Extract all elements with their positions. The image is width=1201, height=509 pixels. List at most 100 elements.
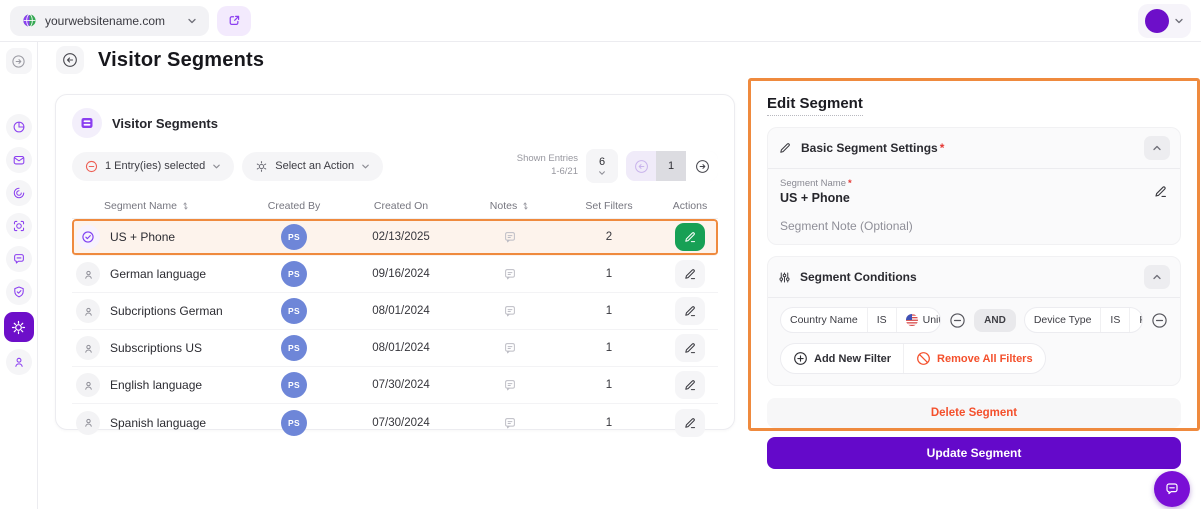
segments-icon <box>72 108 102 138</box>
filter-actions: Add New Filter Remove All Filters <box>780 343 1046 374</box>
spiral-icon <box>12 186 26 200</box>
basic-settings-title: Basic Segment Settings* <box>801 141 944 155</box>
column-set-filters: Set Filters <box>556 200 662 212</box>
arrow-left-circle-icon <box>634 159 649 174</box>
collapse-conditions-button[interactable] <box>1144 265 1170 289</box>
basic-settings-section: Basic Segment Settings* Segment Name* US… <box>767 127 1181 245</box>
next-page-button[interactable] <box>686 151 718 181</box>
pencil-icon <box>683 341 697 355</box>
sidebar-item-privacy[interactable] <box>6 279 32 305</box>
user-menu[interactable] <box>1138 4 1191 38</box>
filter-field[interactable]: Device Type <box>1025 308 1101 332</box>
back-button[interactable] <box>56 46 84 74</box>
sidebar-item-inbox[interactable] <box>6 147 32 173</box>
edit-segment-button[interactable] <box>675 223 705 251</box>
page-title: Visitor Segments <box>98 49 264 72</box>
joiner-chip[interactable]: AND <box>974 309 1016 332</box>
table-row[interactable]: Spanish language PS 07/30/2024 1 <box>72 404 718 441</box>
current-page[interactable]: 1 <box>656 151 686 181</box>
note-icon[interactable] <box>503 378 517 392</box>
sidebar <box>0 42 38 509</box>
segment-name-label: Segment Name* <box>780 178 1153 189</box>
filter-value-dropdown[interactable]: United States <box>896 308 942 332</box>
site-selector[interactable]: yourwebsitename.com <box>10 6 209 36</box>
mail-icon <box>12 153 26 167</box>
edit-segment-button[interactable] <box>675 409 705 437</box>
sidebar-item-visitors[interactable] <box>6 349 32 375</box>
note-icon[interactable] <box>503 416 517 430</box>
filter-value-dropdown[interactable]: Phone <box>1129 308 1143 332</box>
table-row[interactable]: US + Phone PS 02/13/2025 2 <box>72 219 718 256</box>
add-new-filter-button[interactable]: Add New Filter <box>781 344 903 373</box>
visitor-segments-card: Visitor Segments 1 Entry(ies) selected S… <box>55 94 735 430</box>
table-row[interactable]: Subcriptions German PS 08/01/2024 1 <box>72 293 718 330</box>
slash-circle-icon <box>916 351 931 366</box>
created-on: 09/16/2024 <box>338 268 464 280</box>
chevron-down-icon <box>1174 16 1184 26</box>
creator-avatar: PS <box>281 224 307 250</box>
open-site-button[interactable] <box>217 6 251 36</box>
set-filters-count: 1 <box>556 268 662 280</box>
table-row[interactable]: English language PS 07/30/2024 1 <box>72 367 718 404</box>
visitor-icon <box>76 411 100 435</box>
chat-widget-button[interactable] <box>1154 471 1190 507</box>
sidebar-item-feedback[interactable] <box>6 246 32 272</box>
page-size-value: 6 <box>599 156 605 168</box>
chevron-up-icon <box>1152 272 1162 282</box>
note-icon[interactable] <box>503 230 517 244</box>
sidebar-toggle-button[interactable] <box>6 48 32 74</box>
minus-circle-icon <box>1151 312 1168 329</box>
edit-segment-button[interactable] <box>675 260 705 288</box>
condition-chips: Country Name IS United States AND Device… <box>780 307 1168 333</box>
note-icon[interactable] <box>503 304 517 318</box>
panel-collapse-icon <box>11 54 26 69</box>
chat-bubble-icon <box>12 252 26 266</box>
creator-avatar: PS <box>281 372 307 398</box>
select-action-label: Select an Action <box>275 160 354 172</box>
globe-icon <box>22 13 37 28</box>
remove-filter-button[interactable] <box>1151 312 1168 329</box>
table-row[interactable]: Subscriptions US PS 08/01/2024 1 <box>72 330 718 367</box>
note-icon[interactable] <box>503 267 517 281</box>
edit-segment-button[interactable] <box>675 371 705 399</box>
chat-bubble-icon <box>1164 481 1180 497</box>
segment-note-field[interactable]: Segment Note (Optional) <box>780 219 1168 233</box>
selected-entries-dropdown[interactable]: 1 Entry(ies) selected <box>72 152 234 181</box>
segment-name: US + Phone <box>110 230 175 244</box>
filter-operator[interactable]: IS <box>867 308 896 332</box>
visitor-icon <box>76 373 100 397</box>
prev-page-button[interactable] <box>626 151 656 181</box>
plus-circle-icon <box>793 351 808 366</box>
column-created-by: Created By <box>250 200 338 212</box>
note-icon[interactable] <box>503 341 517 355</box>
topbar: yourwebsitename.com <box>0 0 1201 42</box>
gear-icon <box>255 160 268 173</box>
filter-field[interactable]: Country Name <box>781 308 867 332</box>
sidebar-item-settings[interactable] <box>4 312 34 342</box>
edit-segment-button[interactable] <box>675 334 705 362</box>
sidebar-item-heatmaps[interactable] <box>6 213 32 239</box>
table-row[interactable]: German language PS 09/16/2024 1 <box>72 256 718 293</box>
segment-name-value[interactable]: US + Phone <box>780 191 1153 205</box>
sidebar-item-recordings[interactable] <box>6 180 32 206</box>
creator-avatar: PS <box>281 261 307 287</box>
filter-sliders-icon <box>778 271 791 284</box>
update-segment-button[interactable]: Update Segment <box>767 437 1181 469</box>
filter-operator[interactable]: IS <box>1100 308 1129 332</box>
column-notes[interactable]: Notes <box>464 200 556 212</box>
segment-conditions-title: Segment Conditions <box>800 270 917 284</box>
edit-segment-button[interactable] <box>675 297 705 325</box>
created-on: 08/01/2024 <box>338 342 464 354</box>
edit-segment-name-button[interactable] <box>1153 184 1168 199</box>
external-link-icon <box>228 14 241 27</box>
sidebar-item-dashboard[interactable] <box>6 114 32 140</box>
remove-all-filters-button[interactable]: Remove All Filters <box>903 344 1045 373</box>
edit-segment-panel: Edit Segment Basic Segment Settings* Seg… <box>748 78 1200 431</box>
collapse-basic-settings-button[interactable] <box>1144 136 1170 160</box>
creator-avatar: PS <box>281 410 307 436</box>
page-size-select[interactable]: 6 <box>586 149 618 183</box>
delete-segment-button[interactable]: Delete Segment <box>767 398 1181 428</box>
column-segment-name[interactable]: Segment Name <box>72 200 250 212</box>
remove-filter-button[interactable] <box>949 312 966 329</box>
select-action-dropdown[interactable]: Select an Action <box>242 152 383 181</box>
